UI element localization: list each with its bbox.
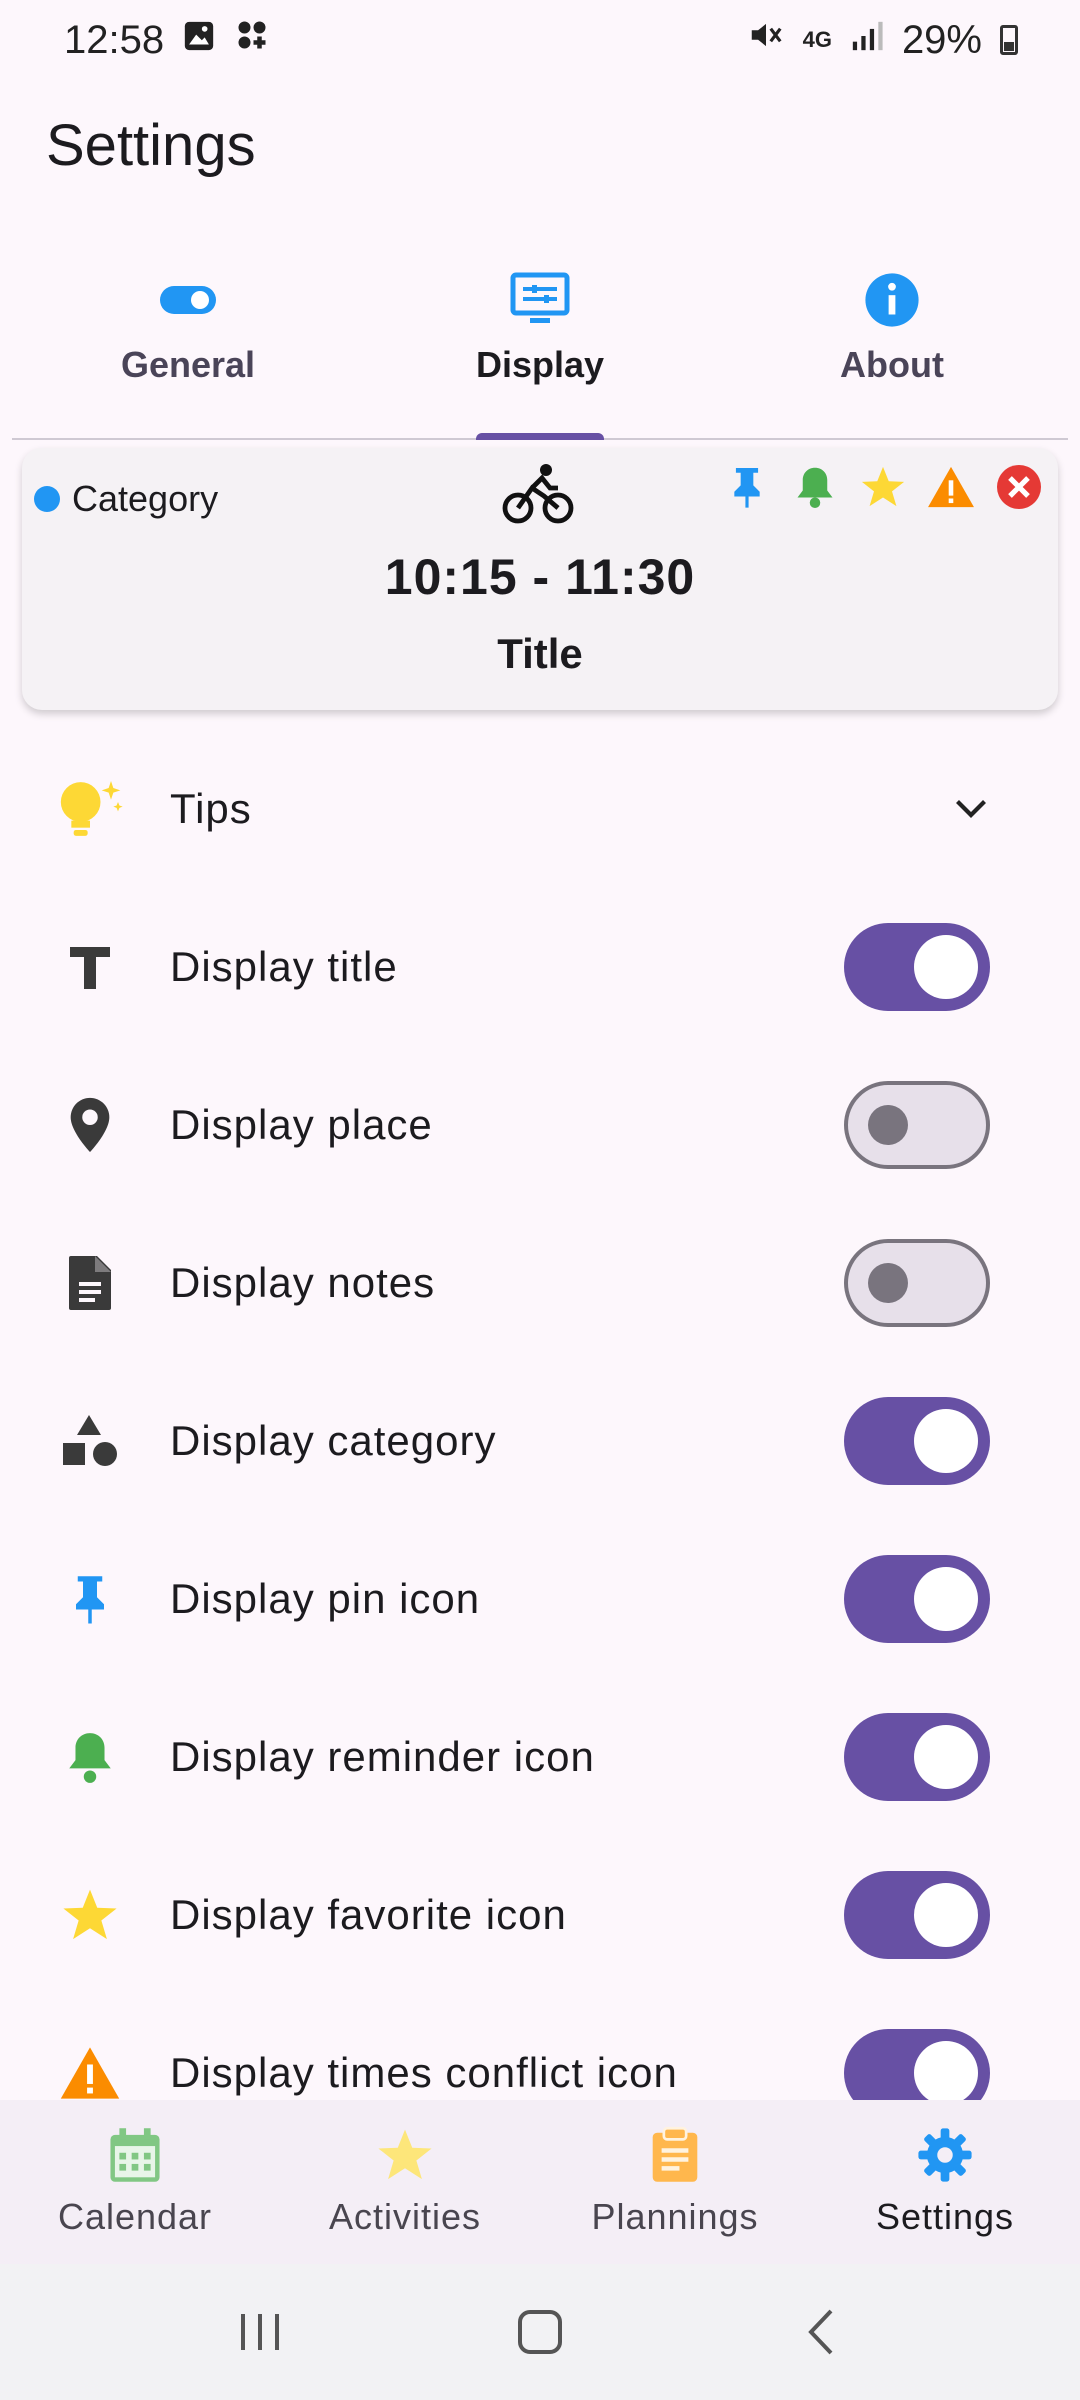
star-icon bbox=[858, 462, 908, 512]
setting-display-times-conflict-icon: Display times conflict icon bbox=[0, 1994, 1080, 2100]
card-status-icons bbox=[722, 462, 1044, 512]
settings-tabs: General Display About bbox=[12, 250, 1068, 440]
tab-general[interactable]: General bbox=[12, 250, 364, 438]
close-icon bbox=[994, 462, 1044, 512]
switch-knob bbox=[914, 935, 978, 999]
card-title: Title bbox=[497, 630, 583, 677]
star-icon bbox=[376, 2122, 434, 2188]
setting-label: Display category bbox=[170, 1417, 497, 1464]
tips-label: Tips bbox=[170, 785, 252, 832]
tips-expander[interactable]: Tips bbox=[0, 730, 1080, 888]
switch-knob bbox=[914, 1567, 978, 1631]
gallery-icon bbox=[182, 18, 216, 63]
star-icon bbox=[50, 1875, 130, 1955]
lightbulb-icon bbox=[50, 769, 130, 849]
nav-label: Activities bbox=[328, 2196, 482, 2237]
setting-display-reminder-icon: Display reminder icon bbox=[0, 1678, 1080, 1836]
switch-knob bbox=[914, 1883, 978, 1947]
location-pin-icon bbox=[50, 1085, 130, 1165]
nav-label: Settings bbox=[875, 2196, 1015, 2237]
warning-icon bbox=[926, 462, 976, 512]
setting-display-pin-icon: Display pin icon bbox=[0, 1520, 1080, 1678]
tab-label: General bbox=[120, 344, 256, 385]
back-button[interactable] bbox=[760, 2282, 880, 2382]
setting-display-favorite-icon: Display favorite icon bbox=[0, 1836, 1080, 1994]
nav-label: Plannings bbox=[591, 2196, 759, 2237]
nav-label: Calendar bbox=[57, 2196, 213, 2237]
nav-activities[interactable]: Activities bbox=[270, 2100, 540, 2264]
display-pin-icon-switch[interactable] bbox=[844, 1555, 990, 1643]
display-title-switch[interactable] bbox=[844, 923, 990, 1011]
signal-icon bbox=[850, 18, 884, 63]
display-place-switch[interactable] bbox=[844, 1081, 990, 1169]
network-type: 4G bbox=[802, 27, 832, 52]
setting-label: Display times conflict icon bbox=[170, 2049, 678, 2096]
shapes-icon bbox=[50, 1401, 130, 1481]
nav-plannings[interactable]: Plannings bbox=[540, 2100, 810, 2264]
text-icon bbox=[50, 927, 130, 1007]
tab-display[interactable]: Display bbox=[364, 250, 716, 440]
switch-knob bbox=[914, 1725, 978, 1789]
card-category: Category bbox=[34, 478, 218, 520]
clipboard-icon bbox=[649, 2122, 701, 2188]
bell-icon bbox=[50, 1717, 130, 1797]
nav-settings[interactable]: Settings bbox=[810, 2100, 1080, 2264]
setting-label: Display favorite icon bbox=[170, 1891, 567, 1938]
gear-icon bbox=[916, 2122, 974, 2188]
display-settings-list: Tips Display title Display place Display… bbox=[0, 730, 1080, 2100]
switch-knob bbox=[914, 1409, 978, 1473]
tab-label: About bbox=[840, 344, 944, 385]
battery-icon bbox=[1000, 25, 1018, 55]
category-color-dot bbox=[34, 486, 60, 512]
setting-display-category: Display category bbox=[0, 1362, 1080, 1520]
setting-label: Display notes bbox=[170, 1259, 436, 1306]
battery-percent: 29% bbox=[901, 17, 982, 62]
display-reminder-icon-switch[interactable] bbox=[844, 1713, 990, 1801]
display-notes-switch[interactable] bbox=[844, 1239, 990, 1327]
pin-icon bbox=[50, 1559, 130, 1639]
chevron-down-icon bbox=[946, 784, 996, 834]
mute-icon bbox=[747, 16, 785, 64]
toggle-icon bbox=[158, 270, 218, 330]
display-settings-icon bbox=[510, 270, 570, 330]
display-favorite-icon-switch[interactable] bbox=[844, 1871, 990, 1959]
warning-icon bbox=[50, 2033, 130, 2100]
setting-label: Display reminder icon bbox=[170, 1733, 595, 1780]
status-bar: 12:58 4G 29% bbox=[0, 0, 1080, 80]
setting-label: Display place bbox=[170, 1101, 433, 1148]
display-category-switch[interactable] bbox=[844, 1397, 990, 1485]
bottom-navigation: Calendar Activities Plannings Settings bbox=[0, 2100, 1080, 2264]
notes-icon bbox=[50, 1243, 130, 1323]
tab-label: Display bbox=[475, 344, 605, 385]
switch-knob bbox=[868, 1263, 908, 1303]
home-button[interactable] bbox=[480, 2282, 600, 2382]
setting-display-notes: Display notes bbox=[0, 1204, 1080, 1362]
page-title: Settings bbox=[46, 113, 256, 178]
pin-icon bbox=[722, 462, 772, 512]
nav-calendar[interactable]: Calendar bbox=[0, 2100, 270, 2264]
setting-display-place: Display place bbox=[0, 1046, 1080, 1204]
setting-label: Display title bbox=[170, 943, 398, 990]
calendar-icon bbox=[108, 2122, 162, 2188]
info-icon bbox=[863, 270, 921, 330]
bicycle-icon bbox=[502, 462, 574, 531]
switch-knob bbox=[914, 2041, 978, 2100]
system-navigation-bar bbox=[0, 2264, 1080, 2400]
display-times-conflict-icon-switch[interactable] bbox=[844, 2029, 990, 2100]
switch-knob bbox=[868, 1105, 908, 1145]
app-notification-icon bbox=[234, 17, 270, 63]
activity-preview-card: Category 10:15 - 11:30 Title bbox=[22, 448, 1058, 710]
card-time-range: 10:15 - 11:30 bbox=[384, 549, 696, 605]
setting-display-title: Display title bbox=[0, 888, 1080, 1046]
bell-icon bbox=[790, 462, 840, 512]
setting-label: Display pin icon bbox=[170, 1575, 481, 1622]
recent-apps-button[interactable] bbox=[200, 2282, 320, 2382]
tab-about[interactable]: About bbox=[716, 250, 1068, 438]
status-time: 12:58 bbox=[64, 17, 165, 62]
category-label: Category bbox=[72, 478, 219, 519]
